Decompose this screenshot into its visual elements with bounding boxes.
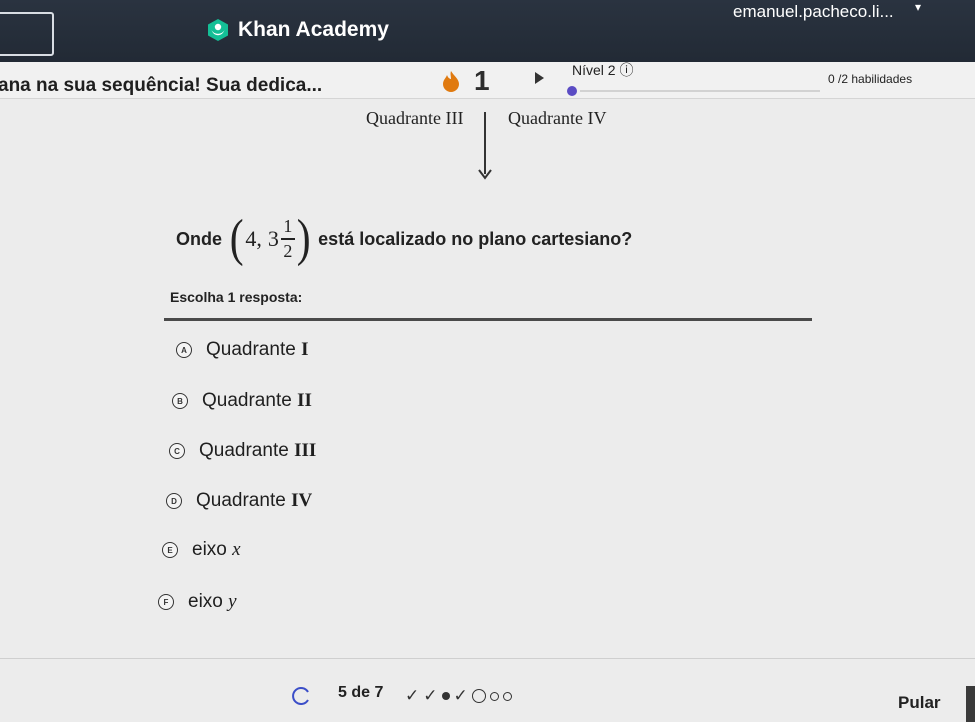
option-b-label: Quadrante II — [202, 390, 312, 411]
coordinate-expression: ( 4, 3 1 2 ) — [229, 210, 311, 267]
mark-correct-icon: ✓ — [405, 686, 420, 705]
option-d[interactable]: D Quadrante IV — [166, 490, 312, 512]
option-a[interactable]: A Quadrante I — [176, 339, 308, 361]
mark-pending-ring-icon — [489, 691, 499, 701]
level-progress-dot — [567, 86, 577, 96]
axis-arrow-down-icon — [478, 169, 492, 180]
option-c-label: Quadrante III — [199, 440, 317, 461]
question-progress: 5 de 7 — [338, 684, 384, 701]
brand-logo-link[interactable]: Khan Academy — [206, 16, 389, 44]
check-button-edge[interactable] — [966, 686, 975, 722]
play-arrow-icon[interactable] — [535, 72, 544, 84]
mark-current-dot-icon — [441, 692, 450, 700]
option-b-radio[interactable]: B — [172, 393, 188, 409]
choose-label: Escolha 1 resposta: — [170, 289, 303, 305]
option-f-radio[interactable]: F — [158, 594, 174, 610]
mark-pending-ring-icon — [471, 689, 486, 703]
mark-correct-icon: ✓ — [453, 686, 468, 705]
option-c[interactable]: C Quadrante III — [169, 440, 316, 462]
question-text: Onde ( 4, 3 1 2 ) está localizado no pla… — [176, 210, 632, 268]
chevron-down-icon[interactable]: ▾ — [915, 0, 921, 14]
search-box[interactable] — [0, 12, 54, 56]
option-e[interactable]: E eixo x — [162, 539, 241, 561]
option-d-radio[interactable]: D — [166, 493, 182, 509]
option-d-label: Quadrante IV — [196, 490, 313, 511]
y-axis-line — [484, 112, 486, 174]
option-f-label: eixo y — [188, 591, 237, 612]
coord-whole: 3 — [267, 226, 279, 251]
streak-count: 1 — [474, 65, 490, 96]
coord-fraction: 1 2 — [280, 216, 295, 261]
streak-flame-icon — [443, 71, 459, 92]
coord-x: 4, — [245, 226, 262, 251]
brand-name: Khan Academy — [238, 18, 389, 41]
level-label[interactable]: Nível 2 ⓘ — [572, 60, 633, 80]
option-b[interactable]: B Quadrante II — [172, 390, 312, 412]
quadrant-iii-label: Quadrante III — [366, 108, 464, 128]
graph-fragment: Quadrante III Quadrante IV — [0, 98, 975, 193]
progress-marks: ✓ ✓ ✓ — [405, 686, 512, 706]
mark-pending-ring-icon — [502, 691, 512, 701]
option-a-label: Quadrante I — [206, 339, 309, 360]
quadrant-iv-label: Quadrante IV — [508, 108, 607, 128]
khan-leaf-logo-icon — [208, 19, 228, 41]
skip-button[interactable]: Pular — [898, 693, 941, 713]
question-suffix: está localizado no plano cartesiano? — [318, 228, 633, 249]
question-prefix: Onde — [176, 228, 223, 249]
skills-count: 0 /2 habilidades — [828, 72, 913, 86]
divider — [164, 318, 812, 321]
option-f[interactable]: F eixo y — [158, 591, 237, 613]
mark-correct-icon: ✓ — [423, 686, 438, 705]
level-progress-track — [580, 90, 820, 92]
mission-title[interactable]: ana na sua sequência! Sua dedica... — [0, 75, 322, 97]
user-menu[interactable]: emanuel.pacheco.li... — [733, 2, 894, 22]
coord-denominator: 2 — [283, 241, 293, 261]
option-a-radio[interactable]: A — [176, 342, 192, 358]
option-c-radio[interactable]: C — [169, 443, 185, 459]
option-e-label: eixo x — [192, 539, 241, 560]
coord-numerator: 1 — [283, 216, 293, 237]
option-e-radio[interactable]: E — [162, 542, 178, 558]
mission-bar: ana na sua sequência! Sua dedica... 1 Ní… — [0, 62, 975, 99]
refresh-icon[interactable] — [288, 684, 314, 706]
footer-divider — [0, 658, 975, 659]
top-bar: Khan Academy emanuel.pacheco.li... ▾ — [0, 0, 975, 62]
